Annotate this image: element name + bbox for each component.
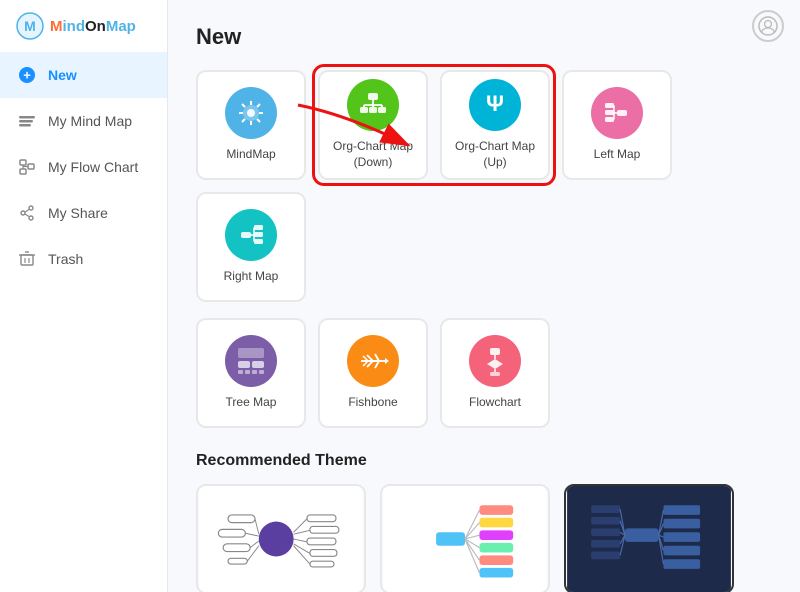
logo: M MindOnMap (0, 0, 167, 52)
tree-map-label: Tree Map (226, 395, 277, 411)
theme-card-2[interactable] (380, 484, 550, 592)
sidebar-item-share-label: My Share (48, 205, 108, 221)
sidebar-item-mind-map-label: My Mind Map (48, 113, 132, 129)
logo-icon: M (16, 12, 44, 40)
share-icon (16, 202, 38, 224)
template-right-map[interactable]: Right Map (196, 192, 306, 302)
org-chart-down-label: Org-Chart Map(Down) (333, 139, 413, 170)
template-grid: MindMap (196, 70, 772, 302)
sidebar-item-my-flow-chart[interactable]: My Flow Chart (0, 144, 167, 190)
theme-card-1[interactable] (196, 484, 366, 592)
org-chart-down-icon (347, 79, 399, 131)
template-org-chart-up[interactable]: Ψ Org-Chart Map (Up) (440, 70, 550, 180)
highlighted-group: Org-Chart Map(Down) Ψ Org-Chart Map (Up) (318, 70, 550, 180)
main-content: New MindMap (168, 0, 800, 592)
template-mindmap[interactable]: MindMap (196, 70, 306, 180)
recommended-theme-title: Recommended Theme (196, 452, 772, 470)
fishbone-icon (347, 335, 399, 387)
template-flowchart[interactable]: Flowchart (440, 318, 550, 428)
sidebar-item-trash[interactable]: Trash (0, 236, 167, 282)
mind-map-icon (16, 110, 38, 132)
svg-text:Ψ: Ψ (486, 91, 504, 116)
theme-card-3[interactable] (564, 484, 734, 592)
right-map-label: Right Map (224, 269, 279, 285)
flow-chart-icon (16, 156, 38, 178)
sidebar: M MindOnMap + New My Mind Map My Flow Ch… (0, 0, 168, 592)
sidebar-item-new[interactable]: + New (0, 52, 167, 98)
left-map-label: Left Map (594, 147, 641, 163)
sidebar-item-my-mind-map[interactable]: My Mind Map (0, 98, 167, 144)
left-map-icon (591, 87, 643, 139)
org-chart-up-label: Org-Chart Map (Up) (442, 139, 548, 170)
sidebar-item-trash-label: Trash (48, 251, 83, 267)
top-bar (752, 10, 784, 42)
template-org-chart-down[interactable]: Org-Chart Map(Down) (318, 70, 428, 180)
template-left-map[interactable]: Left Map (562, 70, 672, 180)
flowchart-label: Flowchart (469, 395, 521, 411)
template-fishbone[interactable]: Fishbone (318, 318, 428, 428)
user-avatar[interactable] (752, 10, 784, 42)
org-chart-up-icon: Ψ (469, 79, 521, 131)
sidebar-item-flow-chart-label: My Flow Chart (48, 159, 138, 175)
sidebar-item-my-share[interactable]: My Share (0, 190, 167, 236)
template-grid-row2: Tree Map Fishbone (196, 318, 772, 428)
theme-grid (196, 484, 772, 592)
mindmap-icon (225, 87, 277, 139)
tree-map-icon (225, 335, 277, 387)
template-tree-map[interactable]: Tree Map (196, 318, 306, 428)
new-icon: + (16, 64, 38, 86)
page-title: New (196, 24, 772, 50)
svg-text:+: + (23, 68, 31, 83)
trash-icon (16, 248, 38, 270)
sidebar-item-new-label: New (48, 67, 77, 83)
mindmap-label: MindMap (226, 147, 275, 163)
svg-text:M: M (24, 18, 36, 34)
logo-text: MindOnMap (50, 18, 136, 35)
fishbone-label: Fishbone (348, 395, 397, 411)
right-map-icon (225, 209, 277, 261)
flowchart-icon (469, 335, 521, 387)
